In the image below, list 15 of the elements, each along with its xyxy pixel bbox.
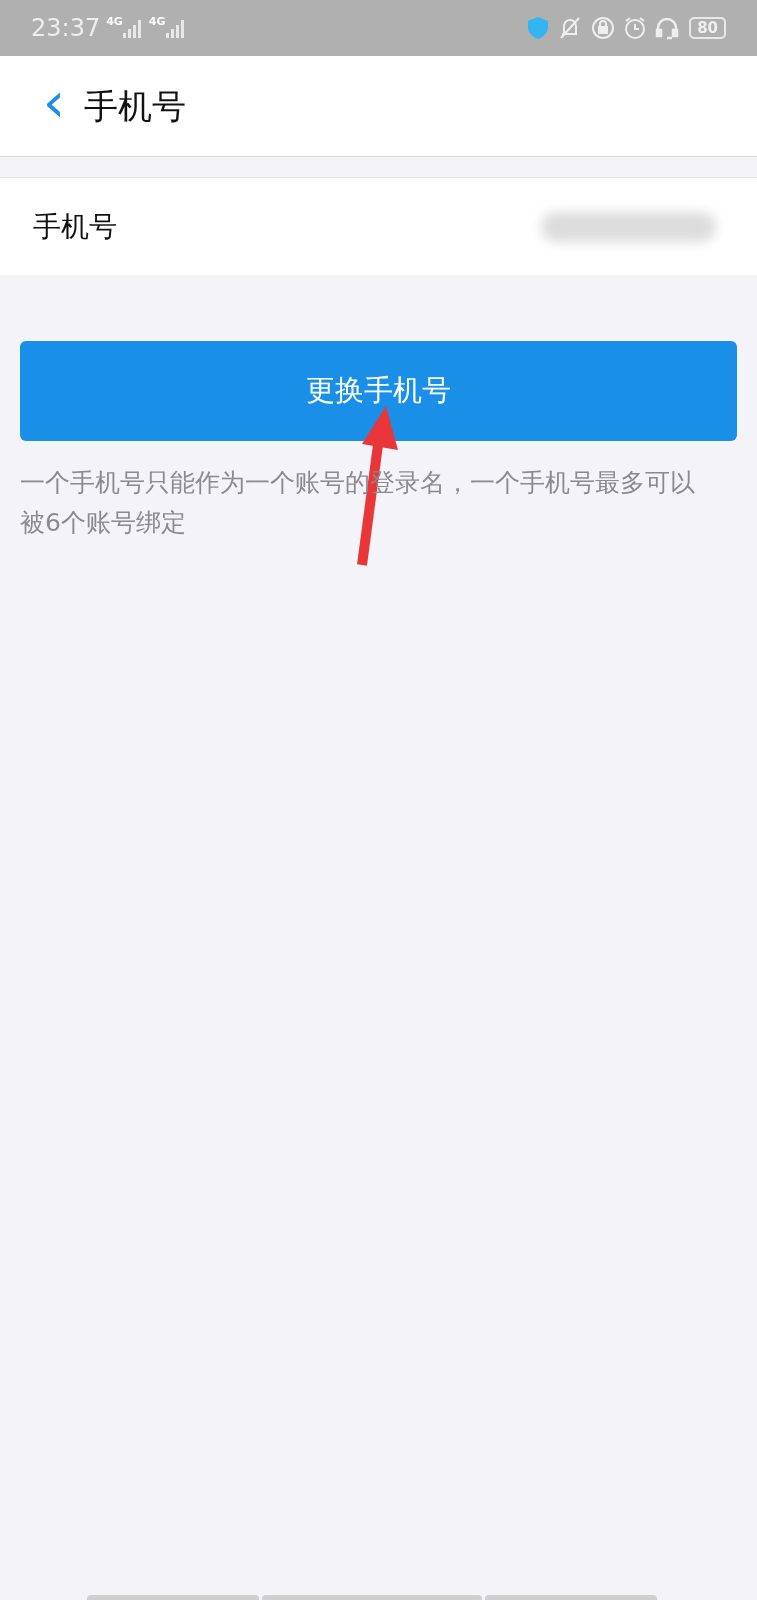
change-phone-button[interactable]: 更换手机号	[20, 341, 737, 441]
lock-rotation-icon	[591, 16, 616, 40]
alarm-icon	[623, 16, 648, 40]
signal-icon	[165, 18, 186, 38]
battery-indicator: 80	[689, 17, 726, 39]
bell-off-icon	[559, 16, 582, 40]
status-time: 23:37	[31, 13, 101, 44]
network-label: 4G	[148, 14, 166, 30]
shield-icon	[527, 16, 550, 40]
signal-icon	[122, 18, 143, 38]
headphones-icon	[655, 16, 680, 40]
network-label: 4G	[106, 14, 123, 30]
page-title: 手机号	[84, 84, 186, 128]
back-button[interactable]: ‹	[24, 74, 84, 130]
row-label: 手机号	[33, 208, 117, 245]
